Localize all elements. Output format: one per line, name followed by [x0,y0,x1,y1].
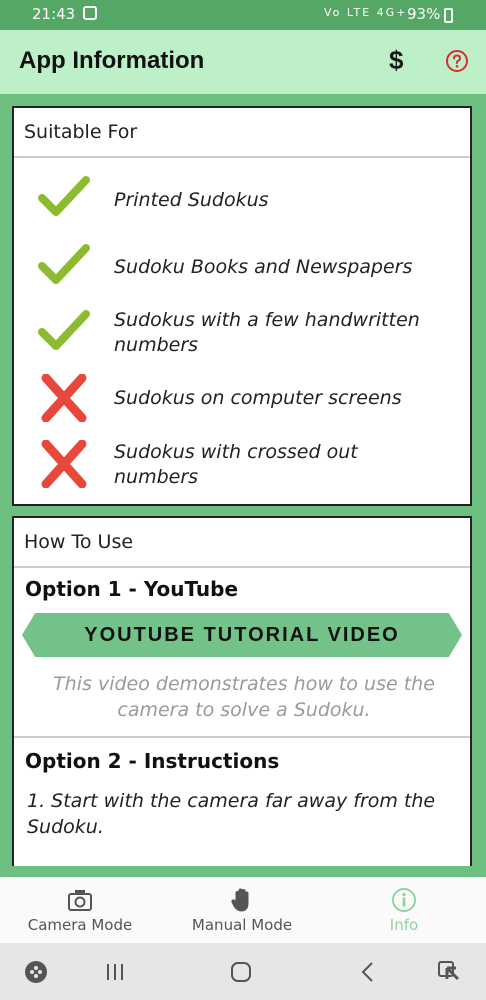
nav-manual-label: Manual Mode [191,916,293,934]
back-icon[interactable] [355,959,381,985]
bottom-navigation: Camera Mode Manual Mode Info [0,877,486,943]
help-icon[interactable] [445,49,469,73]
list-item-label: Sudoku Books and Newspapers [114,256,413,278]
system-navigation-bar [0,943,486,1000]
network-indicator: Vo LTE 4G+ [324,6,408,19]
page-title: App Information [19,47,205,74]
checkmark-icon [38,310,90,350]
game-launcher-icon[interactable] [23,959,49,985]
youtube-tutorial-button[interactable]: YOUTUBE TUTORIAL VIDEO [22,613,462,657]
donate-button[interactable]: $ [389,45,403,76]
status-time: 21:43 [32,5,76,23]
cross-icon [41,374,87,422]
nav-camera-label: Camera Mode [27,916,133,934]
hand-icon [231,888,249,912]
list-item-label: Printed Sudokus [114,189,269,211]
instruction-step: 1. Start with the camera far away from t… [27,790,436,838]
recent-apps-icon[interactable] [102,959,128,985]
suitable-header: Suitable For [14,108,470,158]
camera-icon [68,890,92,911]
nav-manual-mode[interactable]: Manual Mode [172,877,312,943]
home-icon[interactable] [228,959,254,985]
how-to-use-card: How To Use Option 1 - YouTube YOUTUBE TU… [12,516,472,866]
youtube-note: This video demonstrates how to use the c… [53,673,435,721]
nav-camera-mode[interactable]: Camera Mode [10,877,150,943]
app-bar: App Information $ [0,30,486,94]
status-bar: 21:43 Vo LTE 4G+ 93% [0,0,486,30]
how-to-use-header: How To Use [14,518,470,568]
divider [14,736,470,738]
list-item-label: Sudokus on computer screens [114,387,402,409]
suitable-card: Suitable For Printed Sudokus Sudoku Book… [12,106,472,506]
checkmark-icon [38,244,90,284]
option2-title: Option 2 - Instructions [25,749,280,773]
info-icon [392,888,416,912]
checkmark-icon [38,176,90,216]
list-item-label: Sudokus with crossed out numbers [114,441,358,488]
battery-icon [444,8,453,23]
accessibility-icon[interactable] [436,959,462,985]
nav-info[interactable]: Info [334,877,474,943]
cross-icon [41,440,87,488]
option1-title: Option 1 - YouTube [25,577,239,601]
list-item-label: Sudokus with a few handwritten numbers [114,309,420,356]
notification-icon [83,6,97,20]
battery-percent: 93% [407,5,441,23]
nav-info-label: Info [389,916,419,934]
